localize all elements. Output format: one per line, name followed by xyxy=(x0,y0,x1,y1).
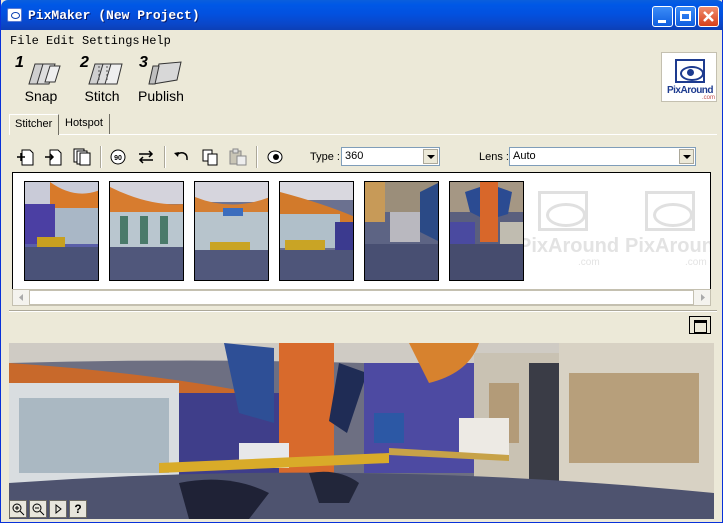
close-icon xyxy=(703,11,714,22)
panorama-preview[interactable] xyxy=(9,343,714,519)
copy-pages-icon[interactable] xyxy=(72,148,92,166)
snap-icon xyxy=(28,63,61,85)
thumbnail-2[interactable] xyxy=(109,181,184,281)
thumbnail-6[interactable] xyxy=(449,181,524,281)
zoom-out-button[interactable] xyxy=(29,500,47,518)
toolbar-separator xyxy=(100,146,102,168)
watermark-text: PixAround xyxy=(518,235,620,257)
title-bar: PixMaker (New Project) xyxy=(1,0,723,30)
thumbnail-5[interactable] xyxy=(364,181,439,281)
watermark-suffix: .com xyxy=(685,257,707,268)
type-select[interactable]: 360 xyxy=(341,147,440,166)
maximize-button[interactable] xyxy=(675,6,696,27)
scrollbar-thumb[interactable] xyxy=(29,290,694,305)
play-button[interactable] xyxy=(49,500,67,518)
publish-label: Publish xyxy=(138,88,184,104)
zoom-out-icon xyxy=(32,503,45,516)
stitcher-toolbar: 90 Type : 360 Lens : Auto xyxy=(9,140,714,174)
app-icon[interactable] xyxy=(7,8,22,22)
preview-eye-icon[interactable] xyxy=(265,148,285,166)
horizontal-scrollbar[interactable] xyxy=(12,289,711,306)
watermark-eye-icon xyxy=(538,191,588,231)
minimize-icon xyxy=(658,20,666,23)
lens-value: Auto xyxy=(513,150,536,162)
watermark-suffix: .com xyxy=(578,257,600,268)
watermark: PixAround .com xyxy=(625,183,710,273)
zoom-in-icon xyxy=(12,503,25,516)
snap-button[interactable]: 1 Snap xyxy=(13,52,69,104)
step-number: 1 xyxy=(15,54,24,71)
undo-icon[interactable] xyxy=(172,148,192,166)
paste-icon[interactable] xyxy=(228,148,248,166)
tab-divider xyxy=(59,134,717,135)
tab-stitcher[interactable]: Stitcher xyxy=(9,114,59,135)
lens-label: Lens : xyxy=(479,151,509,163)
watermark-text: PixAround xyxy=(625,235,710,257)
type-value: 360 xyxy=(345,150,364,162)
thumbnail-3[interactable] xyxy=(194,181,269,281)
image-strip: PixAround .com PixAround .com xyxy=(12,172,711,290)
watermark-eye-icon xyxy=(645,191,695,231)
publish-button[interactable]: 3 Publish xyxy=(135,52,187,104)
logo-suffix: .com xyxy=(702,95,716,101)
chevron-down-icon[interactable] xyxy=(679,149,694,164)
maximize-icon xyxy=(680,11,691,21)
toolbar-separator xyxy=(256,146,258,168)
preview-window-button[interactable] xyxy=(689,316,711,334)
thumbnail-1[interactable] xyxy=(24,181,99,281)
swap-icon[interactable] xyxy=(136,148,156,166)
watermark: PixAround .com xyxy=(518,183,620,273)
menu-bar: File Edit Settings Help xyxy=(4,31,720,50)
close-button[interactable] xyxy=(698,6,719,27)
pixaround-logo[interactable]: PixAround .com xyxy=(661,52,717,102)
stitch-button[interactable]: 2 Stitch xyxy=(75,52,129,104)
menu-settings[interactable]: Settings xyxy=(82,34,140,48)
stitch-label: Stitch xyxy=(84,88,120,104)
publish-icon xyxy=(148,61,182,85)
panel-divider xyxy=(9,310,717,312)
play-icon xyxy=(55,503,62,515)
menu-help[interactable]: Help xyxy=(142,34,171,48)
stitch-icon xyxy=(88,63,123,85)
window-title: PixMaker (New Project) xyxy=(28,8,200,23)
type-label: Type : xyxy=(310,151,340,163)
snap-label: Snap xyxy=(24,88,58,104)
copy-icon[interactable] xyxy=(200,148,220,166)
chevron-down-icon[interactable] xyxy=(423,149,438,164)
scroll-right-icon[interactable] xyxy=(696,291,710,304)
menu-edit[interactable]: Edit xyxy=(46,34,75,48)
insert-image-icon[interactable] xyxy=(44,148,64,166)
thumbnail-4[interactable] xyxy=(279,181,354,281)
help-button[interactable]: ? xyxy=(69,500,87,518)
eye-icon xyxy=(675,59,705,83)
app-window: PixMaker (New Project) File Edit Setting… xyxy=(0,0,723,523)
rotate-90-icon[interactable]: 90 xyxy=(108,148,128,166)
scroll-left-icon[interactable] xyxy=(14,291,28,304)
svg-text:90: 90 xyxy=(114,155,122,162)
add-image-icon[interactable] xyxy=(16,148,36,166)
panorama-image xyxy=(9,343,714,519)
menu-file[interactable]: File xyxy=(10,34,39,48)
tab-hotspot[interactable]: Hotspot xyxy=(60,114,110,134)
zoom-in-button[interactable] xyxy=(9,500,27,518)
toolbar-separator xyxy=(164,146,166,168)
minimize-button[interactable] xyxy=(652,6,673,27)
lens-select[interactable]: Auto xyxy=(509,147,696,166)
